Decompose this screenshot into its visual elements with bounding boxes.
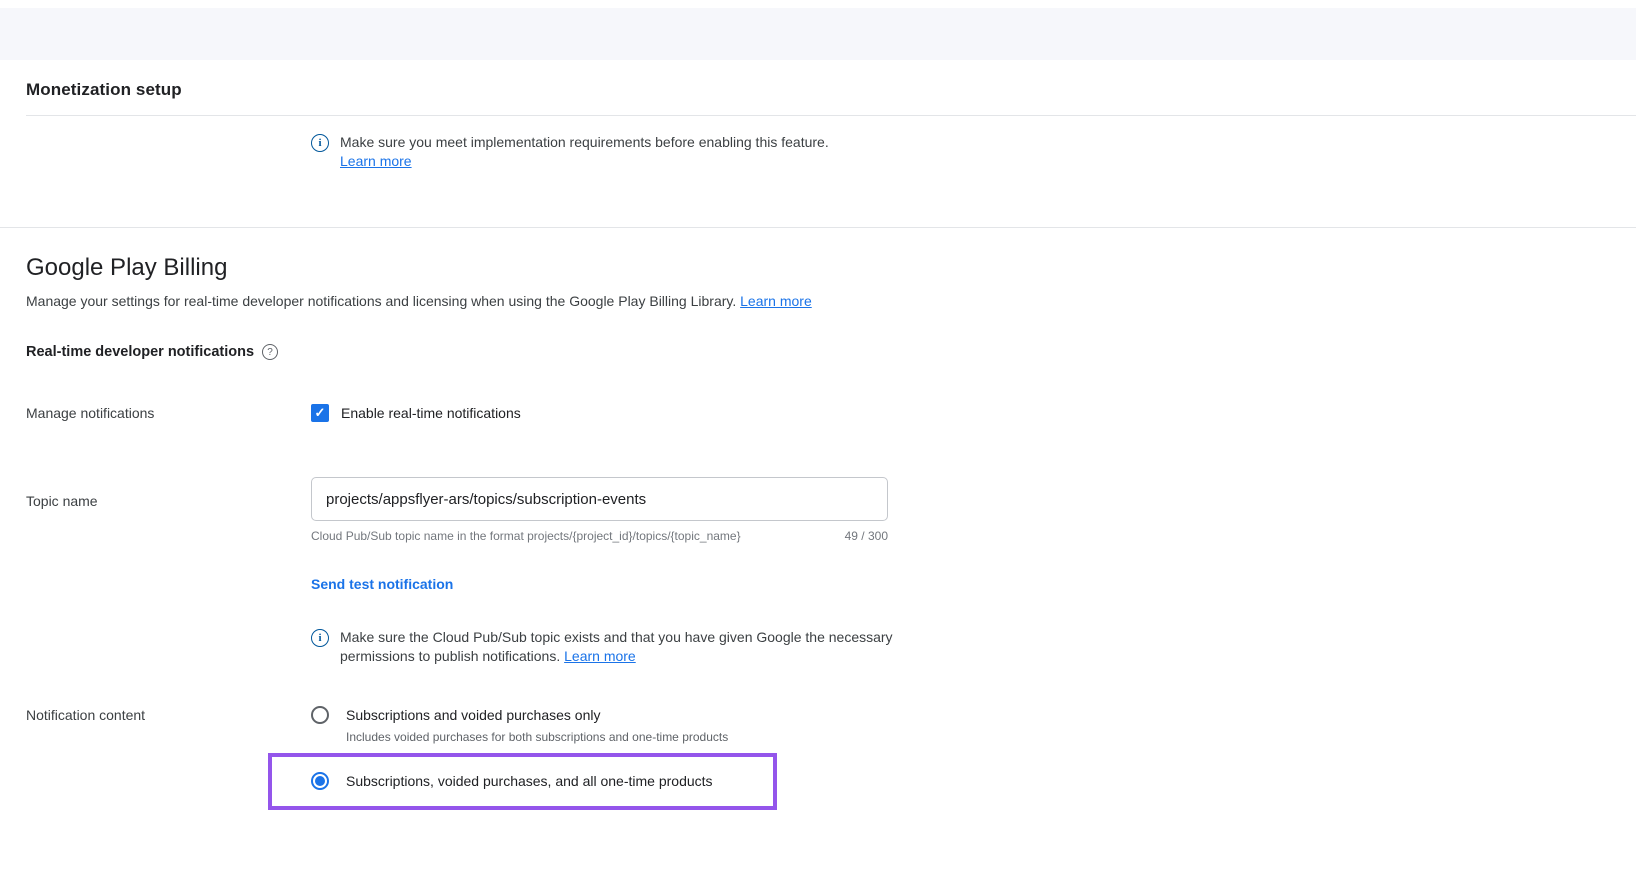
section-description-text: Manage your settings for real-time devel… [26,293,736,309]
topic-name-input[interactable] [311,477,888,521]
character-counter: 49 / 300 [845,529,888,543]
radio-option-description: Includes voided purchases for both subsc… [346,730,777,744]
topic-name-field-group: Cloud Pub/Sub topic name in the format p… [311,477,888,543]
section-description: Manage your settings for real-time devel… [26,292,1636,311]
radio-option-row: Subscriptions and voided purchases only [311,706,777,724]
section-title: Google Play Billing [26,254,1636,282]
send-test-row-spacer [26,576,311,577]
pubsub-permissions-notice: i Make sure the Cloud Pub/Sub topic exis… [311,628,1636,666]
info-icon: i [311,629,329,647]
send-test-row: Send test notification [26,576,1636,592]
learn-more-link[interactable]: Learn more [340,153,412,169]
topic-name-row: Topic name Cloud Pub/Sub topic name in t… [26,477,1636,543]
radio-button-selected[interactable] [311,772,329,790]
manage-notifications-label: Manage notifications [26,404,311,421]
pubsub-notice-line2: permissions to publish notifications. [340,648,560,664]
topic-name-label: Topic name [26,477,311,509]
pubsub-learn-more-link[interactable]: Learn more [564,648,636,664]
highlighted-option-box: Subscriptions, voided purchases, and all… [268,753,777,810]
topic-name-helper-row: Cloud Pub/Sub topic name in the format p… [311,529,888,543]
google-play-billing-section: Google Play Billing Manage your settings… [0,254,1636,880]
radio-option-label: Subscriptions and voided purchases only [346,706,601,723]
notification-content-row: Notification content Subscriptions and v… [26,706,1636,810]
notice-text: Make sure you meet implementation requir… [340,134,829,150]
notice-text-block: Make sure you meet implementation requir… [340,133,829,171]
pubsub-notice-text-block: Make sure the Cloud Pub/Sub topic exists… [340,628,893,666]
pubsub-notice-line1: Make sure the Cloud Pub/Sub topic exists… [340,629,893,645]
bottom-spacer [26,810,1636,880]
radio-option-label: Subscriptions, voided purchases, and all… [346,772,713,789]
notification-content-options: Subscriptions and voided purchases only … [311,706,777,810]
send-test-notification-link[interactable]: Send test notification [311,576,453,592]
page-header: Monetization setup [0,60,1636,100]
manage-notifications-row: Manage notifications ✓ Enable real-time … [26,404,1636,422]
billing-learn-more-link[interactable]: Learn more [740,293,812,309]
rtdn-subsection-label: Real-time developer notifications [26,344,254,360]
section-divider [0,227,1636,228]
radio-button-unselected[interactable] [311,706,329,724]
enable-notifications-checkbox[interactable]: ✓ [311,404,329,422]
info-icon: i [311,134,329,152]
enable-notifications-label: Enable real-time notifications [341,405,521,421]
top-app-bar [0,8,1636,60]
help-icon[interactable]: ? [262,344,278,360]
radio-option-subscriptions-only: Subscriptions and voided purchases only … [311,706,777,744]
implementation-requirements-notice: i Make sure you meet implementation requ… [311,133,1636,171]
page-title: Monetization setup [26,80,1636,100]
radio-option-all-products: Subscriptions, voided purchases, and all… [311,772,753,790]
notification-content-label: Notification content [26,706,311,723]
enable-notifications-control: ✓ Enable real-time notifications [311,404,521,422]
rtdn-subsection-title: Real-time developer notifications ? [26,344,1636,360]
topic-name-helper-text: Cloud Pub/Sub topic name in the format p… [311,529,741,543]
header-divider [26,115,1636,116]
